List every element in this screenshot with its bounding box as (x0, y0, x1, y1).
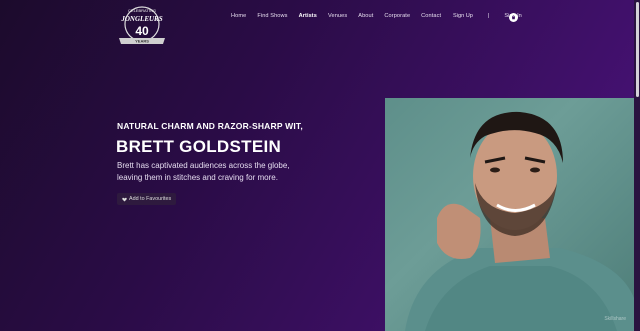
page-scrollbar[interactable] (634, 0, 640, 331)
nav-venues[interactable]: Venues (328, 13, 347, 19)
artist-photo: Skillshare (385, 98, 634, 331)
portrait-image (405, 111, 634, 331)
artist-name: BRETT GOLDSTEIN (116, 137, 282, 156)
nav-find-shows[interactable]: Find Shows (257, 13, 287, 19)
favourites-label: Add to Favourites (129, 196, 172, 202)
nav-corporate[interactable]: Corporate (384, 13, 410, 19)
cart-button[interactable] (509, 13, 518, 22)
artist-description: Brett has captivated audiences across th… (117, 161, 290, 182)
heart-icon (122, 197, 127, 201)
main-nav: Home Find Shows Artists Venues About Cor… (231, 13, 441, 19)
cart-icon (512, 15, 515, 20)
logo-years: YEARS (135, 39, 149, 44)
scrollbar-thumb[interactable] (636, 2, 639, 97)
site-logo[interactable]: CELEBRATING JONGLEURS 40 YEARS (113, 2, 171, 48)
nav-artists[interactable]: Artists (299, 13, 317, 19)
logo-number: 40 (135, 24, 149, 38)
hero-kicker: NATURAL CHARM AND RAZOR-SHARP WIT, (117, 121, 303, 131)
logo-name: JONGLEURS (120, 15, 162, 23)
nav-home[interactable]: Home (231, 13, 246, 19)
auth-divider: | (487, 13, 490, 19)
add-to-favourites-button[interactable]: Add to Favourites (117, 193, 177, 205)
logo-tagline: CELEBRATING (128, 8, 156, 13)
nav-about[interactable]: About (358, 13, 373, 19)
nav-contact[interactable]: Contact (421, 13, 441, 19)
sign-up-link[interactable]: Sign Up (453, 13, 473, 19)
watermark: Skillshare (604, 316, 626, 322)
